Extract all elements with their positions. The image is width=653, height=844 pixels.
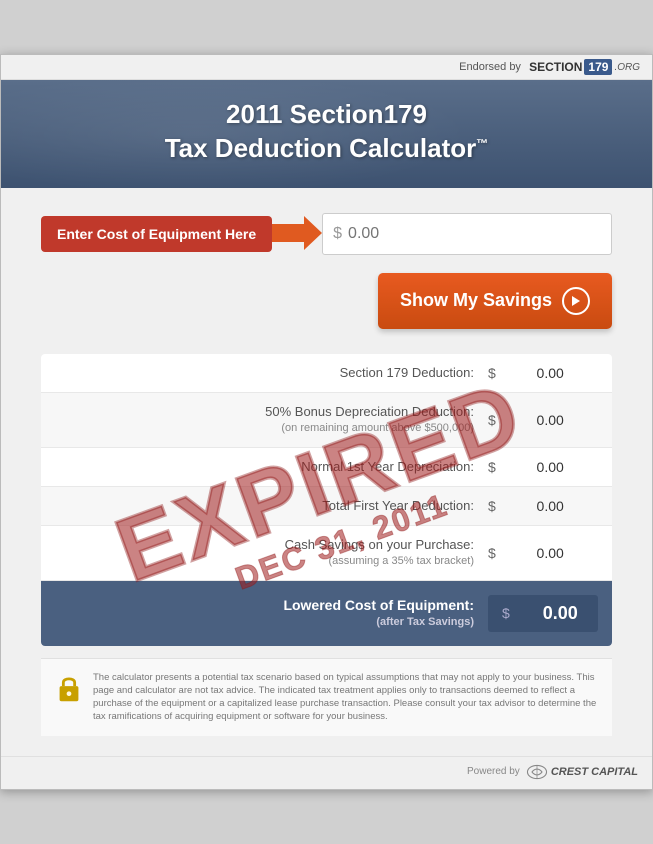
disclaimer-text: The calculator presents a potential tax … — [93, 671, 598, 724]
powered-by-bar: Powered by CREST CAPITAL — [1, 756, 652, 789]
result-row-1: 50% Bonus Depreciation Deduction: (on re… — [41, 393, 612, 448]
result-label-4: Cash Savings on your Purchase: (assuming… — [55, 536, 488, 570]
result-value-3: 0.00 — [504, 498, 564, 514]
header: 2011 Section179 Tax Deduction Calculator… — [1, 80, 652, 188]
result-value-box-1: $ 0.00 — [488, 412, 598, 428]
powered-by-label: Powered by — [467, 766, 520, 777]
page-title: 2011 Section179 Tax Deduction Calculator… — [21, 98, 632, 166]
input-dollar-sign: $ — [333, 225, 342, 243]
logo-section-text: SECTION — [529, 60, 582, 74]
result-value-1: 0.00 — [504, 412, 564, 428]
cost-input[interactable] — [348, 225, 601, 243]
total-label: Lowered Cost of Equipment: (after Tax Sa… — [55, 596, 488, 631]
total-row: Lowered Cost of Equipment: (after Tax Sa… — [41, 581, 612, 646]
result-label-1: 50% Bonus Depreciation Deduction: (on re… — [55, 403, 488, 437]
result-row-0: Section 179 Deduction: $ 0.00 — [41, 354, 612, 393]
footer-disclaimer: The calculator presents a potential tax … — [41, 658, 612, 736]
result-value-box-3: $ 0.00 — [488, 498, 598, 514]
savings-btn-label: Show My Savings — [400, 290, 552, 311]
arrow-icon — [272, 213, 322, 255]
cost-input-wrapper: $ — [322, 213, 612, 255]
result-value-4: 0.00 — [504, 545, 564, 561]
total-value-box: $ 0.00 — [488, 595, 598, 632]
result-dollar-3: $ — [488, 498, 496, 514]
savings-button-row: Show My Savings — [41, 273, 612, 329]
lock-icon — [55, 673, 83, 705]
endorsed-bar: Endorsed by SECTION179.ORG — [1, 55, 652, 80]
savings-btn-icon — [562, 287, 590, 315]
result-dollar-4: $ — [488, 545, 496, 561]
main-content: Enter Cost of Equipment Here $ Show My S… — [1, 188, 652, 756]
result-dollar-1: $ — [488, 412, 496, 428]
result-value-box-0: $ 0.00 — [488, 365, 598, 381]
show-savings-button[interactable]: Show My Savings — [378, 273, 612, 329]
result-row-3: Total First Year Deduction: $ 0.00 — [41, 487, 612, 526]
endorsed-label: Endorsed by — [459, 61, 521, 73]
result-label-2: Normal 1st Year Depreciation: — [55, 458, 488, 476]
result-value-2: 0.00 — [504, 459, 564, 475]
crest-icon — [526, 763, 548, 781]
cost-input-row: Enter Cost of Equipment Here $ — [41, 213, 612, 255]
crest-capital-logo: CREST CAPITAL — [526, 763, 638, 781]
total-value: 0.00 — [518, 603, 578, 624]
result-value-box-2: $ 0.00 — [488, 459, 598, 475]
result-label-3: Total First Year Deduction: — [55, 497, 488, 515]
calculator-container: Endorsed by SECTION179.ORG 2011 Section1… — [0, 54, 653, 790]
result-label-0: Section 179 Deduction: — [55, 364, 488, 382]
section179-logo: SECTION179.ORG — [524, 59, 640, 75]
logo-org-text: .ORG — [614, 62, 640, 73]
crest-company-name: CREST CAPITAL — [551, 766, 638, 778]
cost-label-button: Enter Cost of Equipment Here — [41, 216, 272, 252]
total-dollar: $ — [502, 605, 510, 621]
result-value-0: 0.00 — [504, 365, 564, 381]
logo-179-text: 179 — [584, 59, 612, 75]
results-section: EXPIRED DEC 31, 2011 Section 179 Deducti… — [41, 354, 612, 646]
result-dollar-2: $ — [488, 459, 496, 475]
result-row-2: Normal 1st Year Depreciation: $ 0.00 — [41, 448, 612, 487]
result-row-4: Cash Savings on your Purchase: (assuming… — [41, 526, 612, 581]
result-value-box-4: $ 0.00 — [488, 545, 598, 561]
result-dollar-0: $ — [488, 365, 496, 381]
